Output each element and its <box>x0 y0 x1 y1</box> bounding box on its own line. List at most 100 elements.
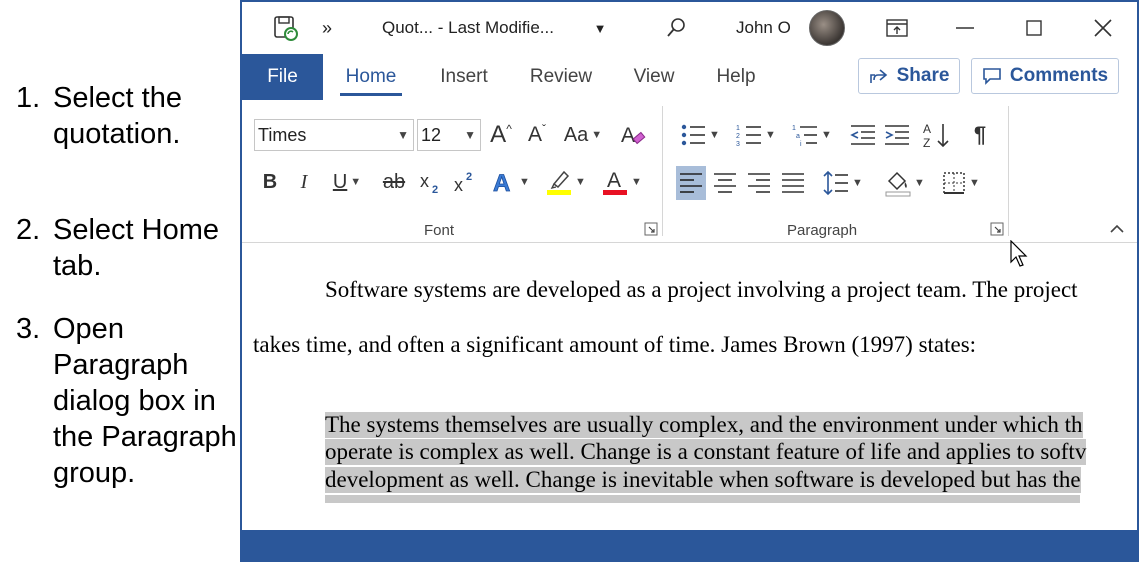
align-center-icon <box>714 173 736 193</box>
strikethrough-button[interactable]: ab <box>380 165 408 199</box>
text-effects-icon: A <box>493 170 511 195</box>
comment-icon <box>983 68 1001 85</box>
clear-formatting-button[interactable]: A <box>618 118 648 152</box>
align-center-button[interactable] <box>710 166 740 200</box>
quotation-line-1[interactable]: The systems themselves are usually compl… <box>325 412 1083 438</box>
document-title[interactable]: Quot... - Last Modifie... <box>382 2 587 54</box>
shrink-font-button[interactable]: Aˇ <box>522 118 552 152</box>
increase-indent-icon <box>885 125 909 145</box>
step-3-number: 3. <box>16 313 41 345</box>
superscript-icon: x2 <box>454 171 472 194</box>
borders-icon <box>943 172 965 194</box>
quotation-line-4-partial <box>325 495 1080 503</box>
svg-text:x: x <box>454 175 463 194</box>
align-right-button[interactable] <box>744 166 774 200</box>
tab-help[interactable]: Help <box>714 54 758 100</box>
step-1-number: 1. <box>16 82 41 114</box>
chevron-down-icon: ▼ <box>464 128 476 142</box>
decrease-indent-icon <box>850 125 875 145</box>
svg-text:a: a <box>796 133 800 140</box>
subscript-button[interactable]: x2 <box>418 165 444 199</box>
avatar[interactable] <box>808 2 846 54</box>
svg-text:x: x <box>420 171 429 191</box>
font-size-select[interactable]: 12 ▼ <box>417 119 481 151</box>
more-commands-icon[interactable]: » <box>314 2 340 54</box>
font-color-button[interactable]: A ▼ <box>598 165 646 199</box>
tab-home[interactable]: Home <box>340 54 402 100</box>
svg-text:A: A <box>621 124 635 147</box>
shading-button[interactable]: ▼ <box>882 166 928 200</box>
quotation-line-3[interactable]: development as well. Change is inevitabl… <box>325 467 1081 493</box>
group-separator <box>1008 106 1009 236</box>
svg-text:2: 2 <box>466 171 472 183</box>
svg-text:3: 3 <box>736 141 740 147</box>
sort-button[interactable]: AZ <box>922 118 952 152</box>
collapse-ribbon-icon[interactable] <box>1106 218 1128 240</box>
step-3-text: Open Paragraph dialog box in the Paragra… <box>53 313 237 489</box>
clear-formatting-icon: A <box>621 124 646 147</box>
close-icon[interactable] <box>1080 2 1126 54</box>
svg-text:1: 1 <box>736 125 740 132</box>
comments-button[interactable]: Comments <box>971 58 1119 94</box>
autosave-icon[interactable] <box>268 2 302 54</box>
multilevel-list-button[interactable]: 1 a i ▼ <box>788 118 836 152</box>
svg-text:Z: Z <box>923 136 930 149</box>
superscript-button[interactable]: x2 <box>452 165 478 199</box>
instructions-panel: 1. Select the quotation. 2. Select Home … <box>0 0 240 562</box>
decrease-indent-button[interactable] <box>848 118 878 152</box>
share-button[interactable]: Share <box>858 58 960 94</box>
document-area[interactable]: Software systems are developed as a proj… <box>242 243 1137 530</box>
svg-text:i: i <box>800 141 802 147</box>
ribbon-display-options-icon[interactable] <box>874 2 920 54</box>
underline-button[interactable]: U ▼ <box>326 165 368 199</box>
minimize-icon[interactable] <box>942 2 988 54</box>
active-tab-indicator <box>340 93 402 96</box>
title-dropdown-icon[interactable]: ▼ <box>590 2 610 54</box>
font-family-select[interactable]: Times ▼ <box>254 119 414 151</box>
tab-view[interactable]: View <box>630 54 678 100</box>
increase-indent-button[interactable] <box>882 118 912 152</box>
font-size-value: 12 <box>421 124 442 145</box>
numbering-button[interactable]: 1 2 3 ▼ <box>732 118 780 152</box>
highlighter-icon <box>547 170 572 195</box>
paint-bucket-icon <box>885 171 911 197</box>
bullets-button[interactable]: ▼ <box>676 118 724 152</box>
tab-insert[interactable]: Insert <box>434 54 494 100</box>
user-name[interactable]: John O <box>736 2 796 54</box>
bold-button[interactable]: B <box>258 165 282 199</box>
tab-review[interactable]: Review <box>528 54 594 100</box>
change-case-icon: Aa <box>563 123 589 146</box>
highlight-color-button[interactable]: ▼ <box>542 165 590 199</box>
home-ribbon: Times ▼ 12 ▼ A ^ Aˇ Aa ▼ A B I U ▼ ab x2 x2… <box>242 100 1137 243</box>
body-line-1: Software systems are developed as a proj… <box>325 277 1078 302</box>
grow-font-button[interactable]: A ^ <box>486 118 516 152</box>
justify-button[interactable] <box>778 166 808 200</box>
paragraph-dialog-launcher-icon[interactable] <box>990 222 1004 236</box>
shrink-font-icon: A <box>527 123 542 146</box>
line-spacing-icon <box>823 170 849 196</box>
justify-icon <box>782 173 804 193</box>
italic-button[interactable]: I <box>292 165 316 199</box>
mouse-pointer-icon <box>1010 240 1030 268</box>
maximize-icon[interactable] <box>1011 2 1057 54</box>
body-line-2: takes time, and often a significant amou… <box>253 332 977 357</box>
text-effects-button[interactable]: A ▼ <box>490 165 532 199</box>
share-icon <box>869 69 887 83</box>
align-left-icon <box>680 173 702 193</box>
comments-label: Comments <box>1009 65 1109 86</box>
underline-icon: U <box>332 170 348 193</box>
tab-home-label: Home <box>345 66 397 87</box>
tab-file[interactable]: File <box>242 54 323 100</box>
numbering-icon: 123 <box>736 125 762 147</box>
align-left-button[interactable] <box>676 166 706 200</box>
show-formatting-marks-button[interactable]: ¶ <box>966 118 994 152</box>
ribbon-tabs: File Home Insert Review View Help Share … <box>242 54 1137 100</box>
font-dialog-launcher-icon[interactable] <box>644 222 658 236</box>
change-case-button[interactable]: Aa ▼ <box>560 118 606 152</box>
borders-button[interactable]: ▼ <box>938 166 984 200</box>
line-spacing-button[interactable]: ▼ <box>820 166 866 200</box>
grow-font-icon: A <box>490 121 507 148</box>
title-bar: » Quot... - Last Modifie... ▼ John O <box>242 2 1137 54</box>
quotation-line-2[interactable]: operate is complex as well. Change is a … <box>325 439 1087 465</box>
search-icon[interactable] <box>660 2 692 54</box>
